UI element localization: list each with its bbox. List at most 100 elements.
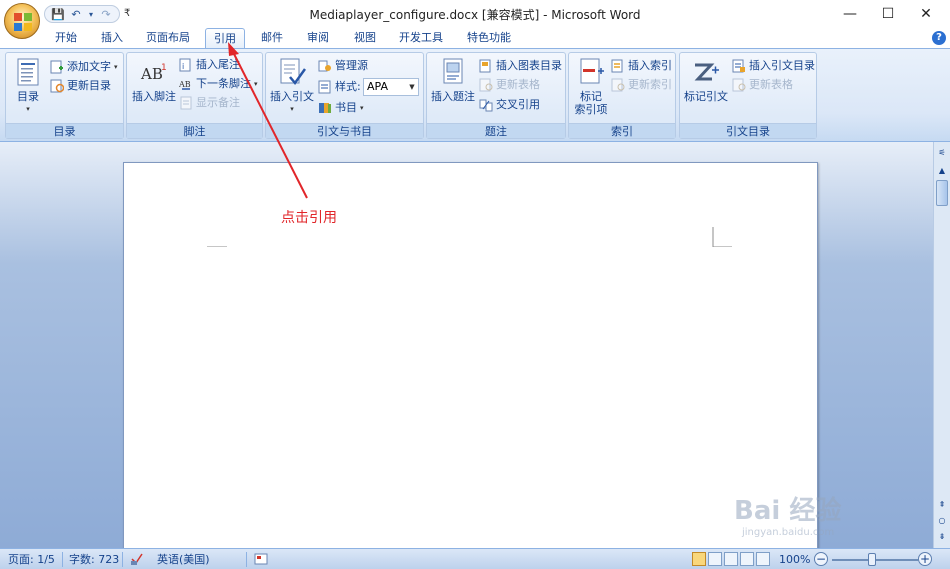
group-label-index: 索引 <box>569 123 675 138</box>
office-button[interactable] <box>4 3 40 39</box>
status-separator <box>62 552 63 567</box>
next-page-button[interactable]: ⇟ <box>935 530 949 544</box>
citation-style-select[interactable]: APA ▼ <box>363 78 419 96</box>
status-separator <box>246 552 247 567</box>
page-count[interactable]: 页面: 1/5 <box>8 552 55 567</box>
mark-entry-label-2: 索引项 <box>574 103 608 116</box>
group-label-citations: 引文与书目 <box>266 123 423 138</box>
table-of-figures-icon <box>479 59 493 73</box>
update-index-button[interactable]: 更新索引 <box>611 76 672 94</box>
update-figures-table-label: 更新表格 <box>496 78 540 91</box>
language[interactable]: 英语(美国) <box>157 552 210 567</box>
zoom-slider-thumb[interactable] <box>868 553 876 566</box>
insert-footnote-button[interactable]: AB 1 插入脚注 <box>129 57 179 103</box>
mark-entry-icon <box>577 57 605 87</box>
status-bar: 页面: 1/5 字数: 723 英语(美国) 100% − + <box>0 548 950 569</box>
browse-object-button[interactable]: ○ <box>935 514 949 528</box>
group-citations: 插入引文 ▾ 管理源 样式: APA ▼ 书目 ▾ 引文与书目 <box>265 52 424 139</box>
draft-view-button[interactable] <box>756 552 770 566</box>
toc-icon <box>14 57 42 87</box>
update-toc-button[interactable]: 更新目录 <box>50 77 111 95</box>
insert-caption-button[interactable]: 插入题注 <box>430 57 476 103</box>
scroll-up-button[interactable]: ▲ <box>935 164 949 178</box>
insert-toa-button[interactable]: 插入引文目录 <box>732 57 815 75</box>
tab-special-features[interactable]: 特色功能 <box>459 28 519 48</box>
citation-style-value: APA <box>367 80 388 93</box>
word-count[interactable]: 字数: 723 <box>69 552 119 567</box>
insert-table-of-figures-button[interactable]: 插入图表目录 <box>479 57 562 75</box>
add-text-button[interactable]: 添加文字 ▾ <box>50 58 118 76</box>
manage-sources-label: 管理源 <box>335 59 368 72</box>
insert-caption-icon <box>439 57 467 87</box>
insert-citation-button[interactable]: 插入引文 ▾ <box>269 57 315 116</box>
next-footnote-label: 下一条脚注 <box>196 77 251 90</box>
group-footnotes: AB 1 插入脚注 i 插入尾注 AB 下一条脚注 ▾ 显示备注 ↘ <box>126 52 263 139</box>
insert-index-button[interactable]: 插入索引 <box>611 57 672 75</box>
group-label-toc: 目录 <box>6 123 123 138</box>
citation-style-dropdown-icon[interactable]: ▼ <box>406 79 418 95</box>
toc-button-label: 目录 <box>17 90 39 103</box>
update-figures-table-button[interactable]: 更新表格 <box>479 76 540 94</box>
svg-text:i: i <box>182 62 184 71</box>
tab-mailings[interactable]: 邮件 <box>252 28 292 48</box>
tab-page-layout[interactable]: 页面布局 <box>138 28 198 48</box>
previous-page-button[interactable]: ⇞ <box>935 498 949 512</box>
document-page[interactable] <box>123 162 818 552</box>
tab-home[interactable]: 开始 <box>44 28 88 48</box>
next-footnote-button[interactable]: AB 下一条脚注 ▾ <box>178 75 258 93</box>
add-text-label: 添加文字 <box>67 60 111 73</box>
ruler-toggle-icon[interactable]: ⚟ <box>935 146 949 160</box>
update-table-icon <box>479 78 493 92</box>
insert-citation-label: 插入引文 <box>270 90 314 103</box>
bibliography-icon <box>318 101 332 115</box>
group-label-captions: 题注 <box>427 123 565 138</box>
tab-review[interactable]: 审阅 <box>298 28 338 48</box>
bibliography-label: 书目 <box>335 101 357 114</box>
full-screen-reading-view-button[interactable] <box>708 552 722 566</box>
insert-table-of-figures-label: 插入图表目录 <box>496 59 562 72</box>
bibliography-button[interactable]: 书目 ▾ <box>318 99 364 117</box>
citation-style-control: 样式: <box>318 78 361 96</box>
mark-citation-button[interactable]: 标记引文 <box>682 57 730 103</box>
annotation-text: 点击引用 <box>281 210 337 226</box>
toc-button[interactable]: 目录 ▾ <box>12 57 44 116</box>
group-label-footnotes: 脚注 <box>127 123 262 138</box>
outline-view-button[interactable] <box>740 552 754 566</box>
print-layout-view-button[interactable] <box>692 552 706 566</box>
macro-record-icon[interactable] <box>254 552 268 567</box>
vertical-scrollbar[interactable]: ⚟ ▲ ⇞ ○ ⇟ <box>933 142 950 548</box>
toc-dropdown-icon: ▾ <box>26 105 30 113</box>
add-text-dropdown-icon: ▾ <box>114 63 118 71</box>
footnote-ab-icon: AB 1 <box>140 57 168 87</box>
watermark-brand: Bai 经验 <box>734 496 842 526</box>
proofing-icon[interactable] <box>130 552 144 567</box>
svg-text:AB: AB <box>179 80 191 89</box>
scroll-thumb[interactable] <box>936 180 948 206</box>
manage-sources-button[interactable]: 管理源 <box>318 57 368 75</box>
tab-references[interactable]: 引用 <box>205 28 245 49</box>
update-toa-icon <box>732 78 746 92</box>
mark-entry-button[interactable]: 标记 索引项 <box>571 57 611 116</box>
crop-mark-top-right <box>712 227 732 247</box>
zoom-out-button[interactable]: − <box>814 552 828 566</box>
tab-insert[interactable]: 插入 <box>92 28 132 48</box>
tab-view[interactable]: 视图 <box>345 28 385 48</box>
mark-citation-label: 标记引文 <box>684 90 728 103</box>
web-layout-view-button[interactable] <box>724 552 738 566</box>
show-notes-label: 显示备注 <box>196 96 240 109</box>
insert-endnote-button[interactable]: i 插入尾注 <box>179 56 240 74</box>
tab-developer[interactable]: 开发工具 <box>391 28 451 48</box>
help-icon[interactable]: ? <box>932 31 946 45</box>
office-logo-icon <box>14 13 32 31</box>
update-toa-button[interactable]: 更新表格 <box>732 76 793 94</box>
zoom-level[interactable]: 100% <box>779 552 810 567</box>
close-button[interactable]: ✕ <box>904 0 948 28</box>
show-notes-button[interactable]: 显示备注 <box>179 94 240 112</box>
svg-text:1: 1 <box>161 63 167 73</box>
insert-endnote-label: 插入尾注 <box>196 58 240 71</box>
update-toa-label: 更新表格 <box>749 78 793 91</box>
group-label-toa: 引文目录 <box>680 123 816 138</box>
cross-reference-button[interactable]: 交叉引用 <box>479 96 540 114</box>
zoom-in-button[interactable]: + <box>918 552 932 566</box>
document-area <box>0 142 933 552</box>
